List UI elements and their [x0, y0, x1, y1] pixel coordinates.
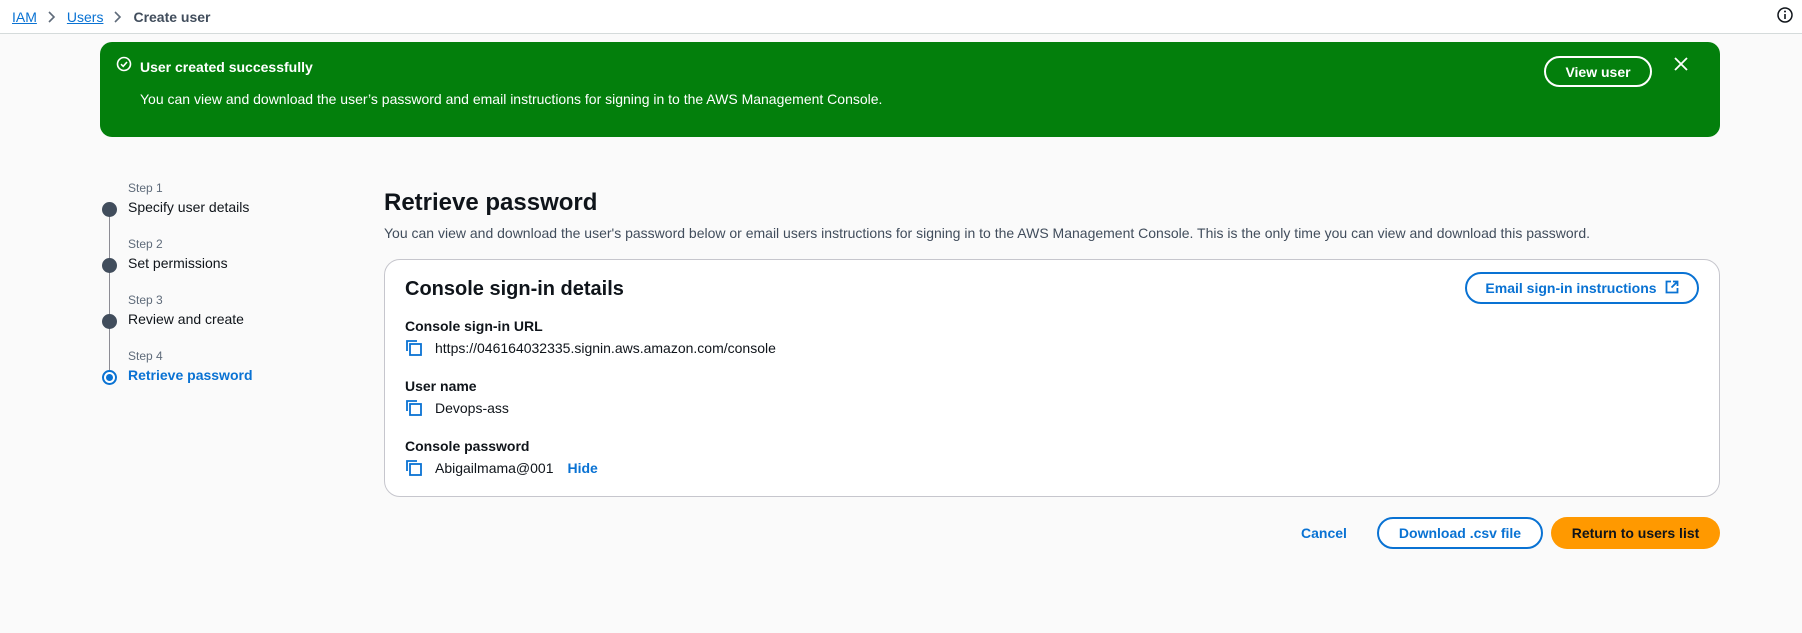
flash-message: You can view and download the user’s pas…: [140, 91, 883, 107]
wizard-steps: Step 1 Specify user details Step 2 Set p…: [100, 176, 350, 396]
info-icon[interactable]: [1776, 6, 1794, 24]
breadcrumb-iam-link[interactable]: IAM: [12, 9, 37, 25]
cancel-button[interactable]: Cancel: [1293, 517, 1355, 549]
page-title: Retrieve password: [384, 189, 598, 216]
breadcrumb-current: Create user: [133, 8, 211, 25]
copy-icon[interactable]: [405, 458, 425, 478]
field-value-row: Abigailmama@001 Hide: [405, 458, 598, 478]
step-4: Step 4 Retrieve password: [100, 344, 350, 388]
step-label: Step 1: [128, 181, 163, 195]
step-1: Step 1 Specify user details: [100, 176, 350, 220]
step-name: Review and create: [128, 311, 244, 327]
breadcrumb-users-link[interactable]: Users: [67, 9, 104, 25]
field-label: Console password: [405, 438, 530, 454]
field-label: Console sign-in URL: [405, 318, 543, 334]
signin-url-value: https://046164032335.signin.aws.amazon.c…: [435, 340, 776, 356]
field-value-row: https://046164032335.signin.aws.amazon.c…: [405, 338, 776, 358]
card-title: Console sign-in details: [405, 278, 624, 300]
success-flash-banner: User created successfully You can view a…: [100, 42, 1720, 137]
chevron-right-icon: [37, 10, 67, 23]
step-name: Set permissions: [128, 255, 228, 271]
breadcrumb: IAM Users Create user: [12, 9, 211, 25]
step-label: Step 2: [128, 237, 163, 251]
step-3: Step 3 Review and create: [100, 288, 350, 332]
flash-header: User created successfully: [116, 56, 313, 77]
console-signin-details-card: Console sign-in details Email sign-in in…: [384, 259, 1720, 497]
close-icon[interactable]: [1673, 56, 1689, 72]
flash-title: User created successfully: [140, 58, 313, 75]
step-complete-dot-icon: [102, 314, 117, 329]
view-user-button[interactable]: View user: [1544, 56, 1652, 87]
step-name: Retrieve password: [128, 367, 253, 383]
return-to-users-list-button[interactable]: Return to users list: [1551, 517, 1720, 549]
step-2: Step 2 Set permissions: [100, 232, 350, 276]
email-button-label: Email sign-in instructions: [1485, 280, 1657, 296]
user-name-field: User name Devops-ass: [405, 378, 509, 418]
copy-icon[interactable]: [405, 338, 425, 358]
copy-icon[interactable]: [405, 398, 425, 418]
page-description: You can view and download the user's pas…: [384, 225, 1591, 241]
check-circle-icon: [116, 56, 132, 77]
step-current-dot-icon: [102, 370, 117, 385]
step-label: Step 4: [128, 349, 163, 363]
external-link-icon: [1665, 280, 1679, 297]
chevron-right-icon: [103, 10, 133, 23]
signin-url-field: Console sign-in URL https://046164032335…: [405, 318, 776, 358]
field-value-row: Devops-ass: [405, 398, 509, 418]
download-csv-button[interactable]: Download .csv file: [1377, 517, 1543, 549]
password-value: Abigailmama@001: [435, 460, 554, 476]
step-label: Step 3: [128, 293, 163, 307]
breadcrumb-bar: IAM Users Create user: [0, 0, 1802, 34]
step-complete-dot-icon: [102, 202, 117, 217]
hide-password-link[interactable]: Hide: [568, 460, 598, 476]
step-name: Specify user details: [128, 199, 250, 215]
user-name-value: Devops-ass: [435, 400, 509, 416]
field-label: User name: [405, 378, 477, 394]
email-signin-instructions-button[interactable]: Email sign-in instructions: [1465, 272, 1699, 304]
console-password-field: Console password Abigailmama@001 Hide: [405, 438, 598, 478]
step-complete-dot-icon: [102, 258, 117, 273]
